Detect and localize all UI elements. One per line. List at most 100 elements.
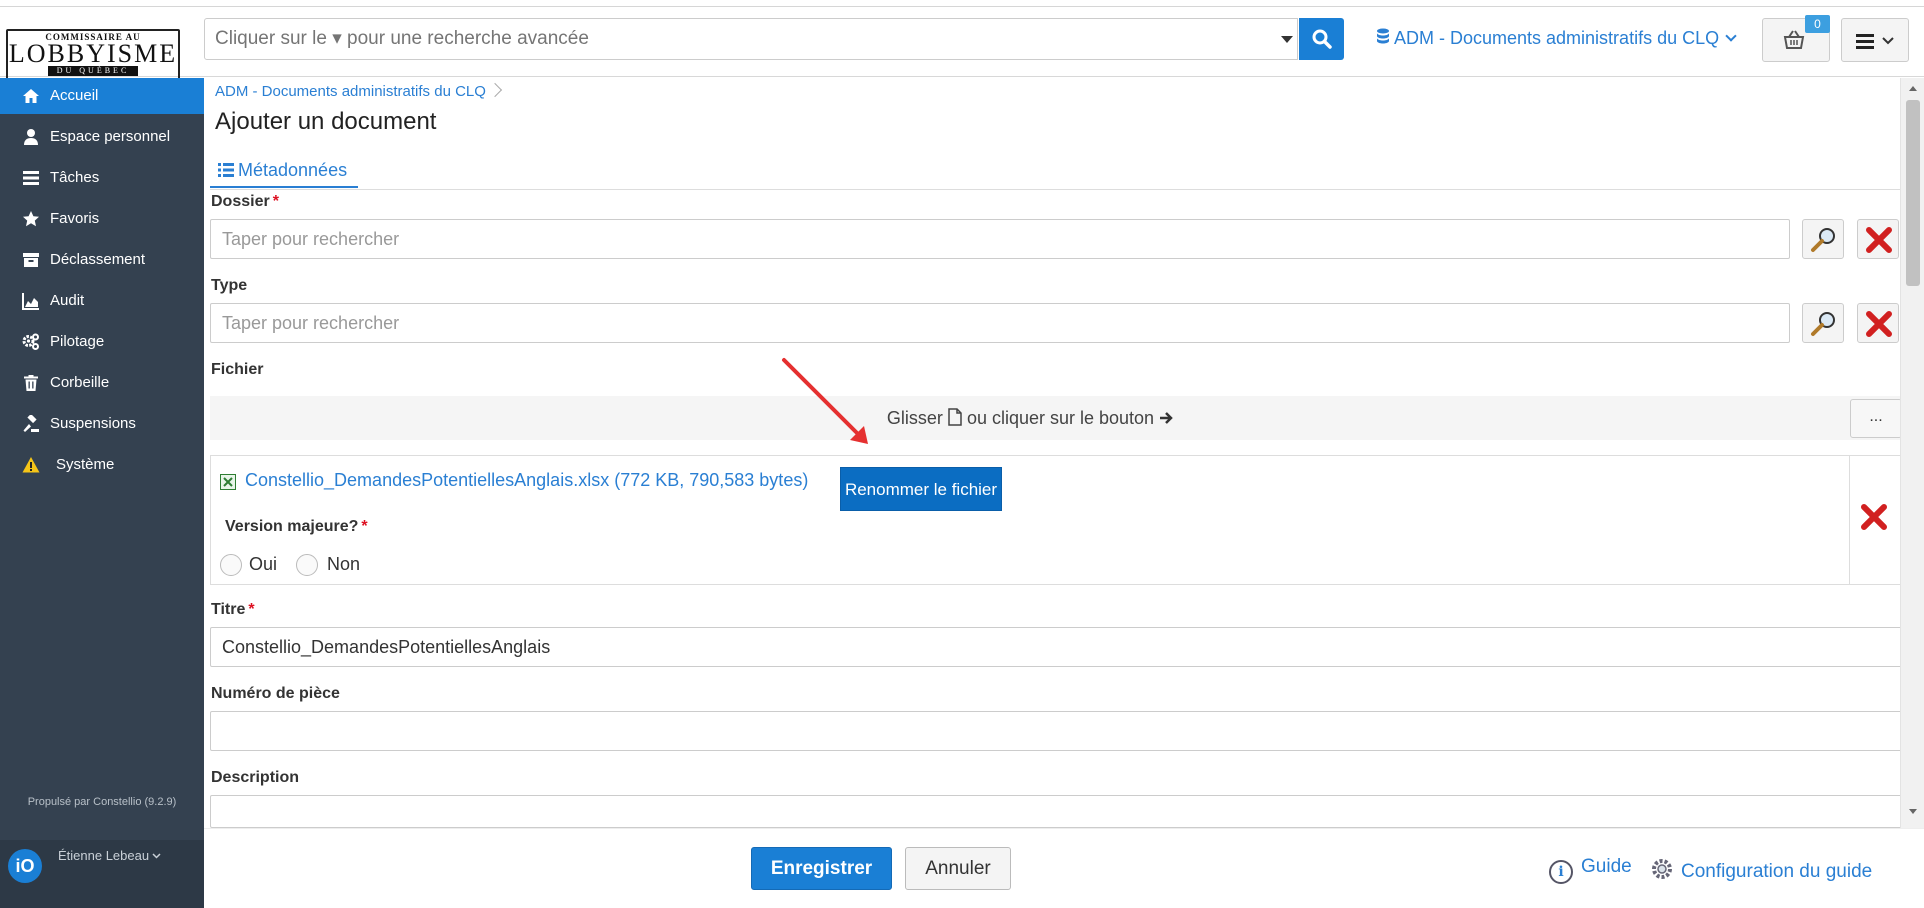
dossier-label-text: Dossier: [211, 193, 270, 210]
dropzone-text-1: Glisser: [886, 408, 943, 428]
type-field[interactable]: Taper pour rechercher: [210, 303, 1790, 343]
sidebar-item-label: Suspensions: [50, 415, 136, 432]
sidebar-item-label: Accueil: [50, 87, 99, 104]
dossier-field[interactable]: Taper pour rechercher: [210, 219, 1790, 259]
scroll-thumb[interactable]: [1906, 100, 1920, 286]
page-title: Ajouter un document: [215, 108, 437, 135]
app-window: COMMISSAIRE AU LOBBYISME DU QUÉBEC ADM -…: [0, 0, 1924, 908]
required-marker: *: [248, 601, 255, 618]
version-majeure-label: Version majeure? *: [225, 518, 368, 536]
sidebar-item-audit[interactable]: Audit: [0, 283, 204, 319]
close-icon: [1866, 227, 1892, 253]
sidebar-item-label: Audit: [50, 292, 85, 309]
sidebar-item-espace-personnel[interactable]: Espace personnel: [0, 119, 204, 155]
guide-label: Guide: [1581, 856, 1632, 877]
titre-label-text: Titre: [211, 601, 246, 618]
form-footer: Enregistrer Annuler i Guide Configuration…: [204, 828, 1924, 908]
guide-link[interactable]: i Guide: [1549, 856, 1632, 884]
version-label-text: Version majeure?: [225, 518, 359, 535]
tasks-icon: [23, 171, 39, 185]
database-icon: [1376, 28, 1390, 51]
sidebar-item-label: Espace personnel: [50, 128, 171, 145]
radio-non[interactable]: [296, 554, 318, 576]
titre-label: Titre *: [211, 601, 255, 619]
scrollbar[interactable]: [1900, 78, 1924, 828]
radio-oui[interactable]: [220, 554, 242, 576]
annotation-arrow-icon: [782, 358, 868, 444]
sidebar: Accueil Espace personnel Tâches Favoris …: [0, 78, 204, 908]
main-menu-button[interactable]: [1841, 18, 1909, 62]
panel-divider: [1849, 456, 1850, 584]
description-label: Description: [211, 769, 300, 786]
config-guide-link[interactable]: Configuration du guide: [1649, 856, 1872, 888]
type-label: Type: [211, 277, 248, 294]
rename-file-button[interactable]: Renommer le fichier: [840, 467, 1002, 511]
chart-area-icon: [22, 293, 39, 310]
close-icon: [1861, 504, 1887, 530]
search-input[interactable]: [205, 19, 1265, 59]
user-icon: [24, 129, 38, 145]
file-dropzone[interactable]: Glisser ou cliquer sur le bouton ...: [210, 396, 1902, 440]
warning-icon: [22, 457, 40, 473]
chevron-down-icon: [1725, 30, 1737, 42]
remove-file-button[interactable]: [1859, 502, 1889, 537]
breadcrumb-link[interactable]: ADM - Documents administratifs du CLQ: [215, 83, 486, 100]
sidebar-item-label: Corbeille: [50, 374, 110, 391]
sidebar-item-label: Déclassement: [50, 251, 146, 268]
logo[interactable]: COMMISSAIRE AU LOBBYISME DU QUÉBEC: [6, 29, 180, 81]
description-field[interactable]: [210, 795, 1902, 828]
star-icon: [23, 211, 39, 227]
avatar: iO: [8, 849, 42, 883]
sidebar-item-declassement[interactable]: Déclassement: [0, 242, 204, 278]
archive-icon: [23, 253, 39, 267]
tab-label: Métadonnées: [238, 160, 348, 180]
scroll-up-icon[interactable]: [1908, 84, 1918, 92]
magnifier-icon: [1811, 312, 1835, 336]
user-menu[interactable]: iO Étienne Lebeau: [0, 840, 204, 908]
magnifier-icon: [1811, 228, 1835, 252]
type-search-button[interactable]: [1802, 303, 1844, 343]
dossier-clear-button[interactable]: [1857, 219, 1899, 259]
uploaded-file-panel: Constellio_DemandesPotentiellesAnglais.x…: [210, 455, 1902, 585]
titre-field[interactable]: Constellio_DemandesPotentiellesAnglais: [210, 627, 1902, 667]
numero-piece-field[interactable]: [210, 711, 1902, 751]
tab-metadonnees[interactable]: Métadonnées: [210, 154, 358, 188]
sidebar-item-accueil[interactable]: Accueil: [0, 78, 204, 114]
sidebar-item-label: Pilotage: [50, 333, 105, 350]
config-guide-label: Configuration du guide: [1681, 861, 1873, 882]
breadcrumb-separator-icon: [487, 82, 502, 98]
sidebar-item-pilotage[interactable]: Pilotage: [0, 324, 204, 360]
close-icon: [1866, 311, 1892, 337]
dropzone-text-2: ou cliquer sur le bouton: [966, 408, 1155, 428]
info-icon: i: [1549, 860, 1573, 884]
save-button[interactable]: Enregistrer: [751, 847, 892, 890]
advanced-search-caret-icon[interactable]: [1281, 36, 1293, 43]
browse-file-button[interactable]: ...: [1850, 399, 1902, 438]
cogs-icon: [22, 333, 39, 350]
sidebar-item-systeme[interactable]: Système: [0, 447, 204, 483]
collection-selector[interactable]: ADM - Documents administratifs du CLQ: [1376, 28, 1737, 54]
basket-icon: [1783, 30, 1805, 49]
dossier-label: Dossier *: [211, 193, 279, 211]
gear-icon: [1649, 856, 1675, 888]
radio-oui-label[interactable]: Oui: [249, 554, 277, 575]
uploaded-file-link[interactable]: Constellio_DemandesPotentiellesAnglais.x…: [245, 470, 808, 491]
logo-line-3: DU QUÉBEC: [48, 66, 138, 76]
sidebar-item-suspensions[interactable]: Suspensions: [0, 406, 204, 442]
chevron-down-icon: [1882, 37, 1894, 45]
sidebar-item-label: Système: [56, 456, 115, 473]
dossier-search-button[interactable]: [1802, 219, 1844, 259]
sidebar-item-favoris[interactable]: Favoris: [0, 201, 204, 237]
sidebar-item-label: Favoris: [50, 210, 100, 227]
search-button[interactable]: [1299, 18, 1344, 60]
sidebar-item-taches[interactable]: Tâches: [0, 160, 204, 196]
sidebar-item-corbeille[interactable]: Corbeille: [0, 365, 204, 401]
excel-file-icon: [220, 474, 236, 490]
breadcrumb: ADM - Documents administratifs du CLQ: [215, 82, 502, 100]
cancel-button[interactable]: Annuler: [905, 847, 1011, 890]
type-clear-button[interactable]: [1857, 303, 1899, 343]
main-content: ADM - Documents administratifs du CLQ Aj…: [204, 78, 1904, 828]
scroll-down-icon[interactable]: [1908, 808, 1918, 816]
radio-non-label[interactable]: Non: [327, 554, 360, 575]
collection-label: ADM - Documents administratifs du CLQ: [1394, 28, 1720, 48]
